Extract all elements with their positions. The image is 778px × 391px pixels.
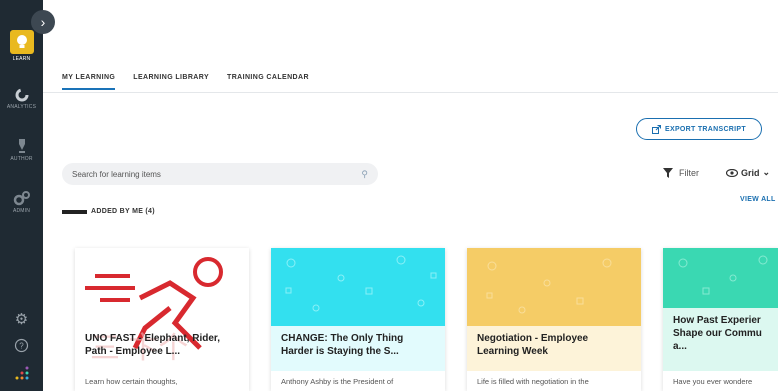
sidebar: LEARN ANALYTICS AUTHOR ADMIN ⚙ ? xyxy=(0,0,43,391)
sidebar-item-analytics[interactable]: ANALYTICS xyxy=(0,88,43,110)
filter-button[interactable]: Filter xyxy=(663,168,699,178)
gears-icon xyxy=(13,191,30,206)
card-title: UNO FAST - Elephant, Rider, Path - Emplo… xyxy=(85,333,221,357)
tab-learning-library[interactable]: LEARNING LIBRARY xyxy=(133,74,209,90)
card-title: CHANGE: The Only Thing Harder is Staying… xyxy=(281,333,404,357)
learning-card[interactable]: Negotiation - Employee Learning Week Lif… xyxy=(467,248,641,391)
lightbulb-icon xyxy=(9,30,34,54)
learning-card[interactable]: CHANGE: The Only Thing Harder is Staying… xyxy=(271,248,445,391)
settings-icon: ⚙ xyxy=(14,311,29,328)
sidebar-item-label: LEARN xyxy=(12,56,31,62)
filter-icon xyxy=(663,168,673,178)
sidebar-item-label: AUTHOR xyxy=(10,156,33,162)
pattern-icon xyxy=(285,255,437,312)
analytics-icon xyxy=(15,88,28,102)
card-title: Negotiation - Employee Learning Week xyxy=(477,333,589,357)
card-image: 三 卞个 xyxy=(75,248,249,365)
filter-label: Filter xyxy=(679,168,699,178)
pattern-icon xyxy=(678,255,768,295)
tab-training-calendar[interactable]: TRAINING CALENDAR xyxy=(227,74,309,90)
pattern-icon xyxy=(486,258,612,314)
sidebar-toggle-button[interactable]: › xyxy=(31,10,55,34)
card-title-box: UNO FAST - Elephant, Rider, Path - Emplo… xyxy=(75,326,249,371)
card-image xyxy=(467,248,641,326)
card-image xyxy=(271,248,445,326)
apps-button[interactable] xyxy=(0,366,43,380)
card-image xyxy=(663,248,778,308)
search-bar: ⚲ xyxy=(62,163,378,185)
chevron-down-icon: ⌄ xyxy=(762,167,771,177)
view-label: Grid xyxy=(741,167,760,178)
section-header: ADDED BY ME (4) xyxy=(62,208,155,215)
card-description: Learn how certain thoughts, xyxy=(85,377,178,386)
section-bar xyxy=(62,209,87,214)
pen-icon xyxy=(18,139,25,153)
view-all-link[interactable]: VIEW ALL xyxy=(740,196,776,203)
card-description: Have you ever wondere xyxy=(673,377,753,386)
help-icon: ? xyxy=(14,338,29,353)
sidebar-item-learn[interactable]: LEARN xyxy=(0,30,43,62)
help-button[interactable]: ? xyxy=(0,338,43,353)
export-icon xyxy=(652,124,662,134)
export-transcript-button[interactable]: EXPORT TRANSCRIPT xyxy=(636,118,762,140)
card-title-box: CHANGE: The Only Thing Harder is Staying… xyxy=(271,326,445,371)
settings-button[interactable]: ⚙ xyxy=(0,310,43,328)
search-icon[interactable]: ⚲ xyxy=(361,169,368,180)
sidebar-item-admin[interactable]: ADMIN xyxy=(0,190,43,214)
card-title-box: How Past Experier Shape our Commu a... xyxy=(663,308,778,371)
search-input[interactable] xyxy=(72,169,362,179)
card-title: How Past Experier Shape our Commu a... xyxy=(673,315,762,352)
chevron-right-icon: › xyxy=(40,14,46,30)
card-description: Anthony Ashby is the President of xyxy=(281,377,394,386)
sidebar-item-author[interactable]: AUTHOR xyxy=(0,138,43,162)
tab-bar: MY LEARNING LEARNING LIBRARY TRAINING CA… xyxy=(62,74,309,90)
eye-icon xyxy=(726,168,738,177)
tab-my-learning[interactable]: MY LEARNING xyxy=(62,74,116,90)
svg-text:?: ? xyxy=(19,342,24,351)
sidebar-item-label: ANALYTICS xyxy=(6,104,37,110)
learning-card[interactable]: 三 卞个 UNO FAST - Elephant, Rider, Path - … xyxy=(75,248,249,391)
view-toggle[interactable]: Grid ⌄ xyxy=(726,167,770,178)
sidebar-item-label: ADMIN xyxy=(12,208,31,214)
learning-card[interactable]: How Past Experier Shape our Commu a... H… xyxy=(663,248,778,391)
card-description: Life is filled with negotiation in the xyxy=(477,377,589,386)
tabs-divider xyxy=(43,92,778,93)
export-label: EXPORT TRANSCRIPT xyxy=(665,125,746,133)
section-title: ADDED BY ME (4) xyxy=(91,208,155,215)
card-title-box: Negotiation - Employee Learning Week xyxy=(467,326,641,371)
apps-icon xyxy=(15,366,28,380)
